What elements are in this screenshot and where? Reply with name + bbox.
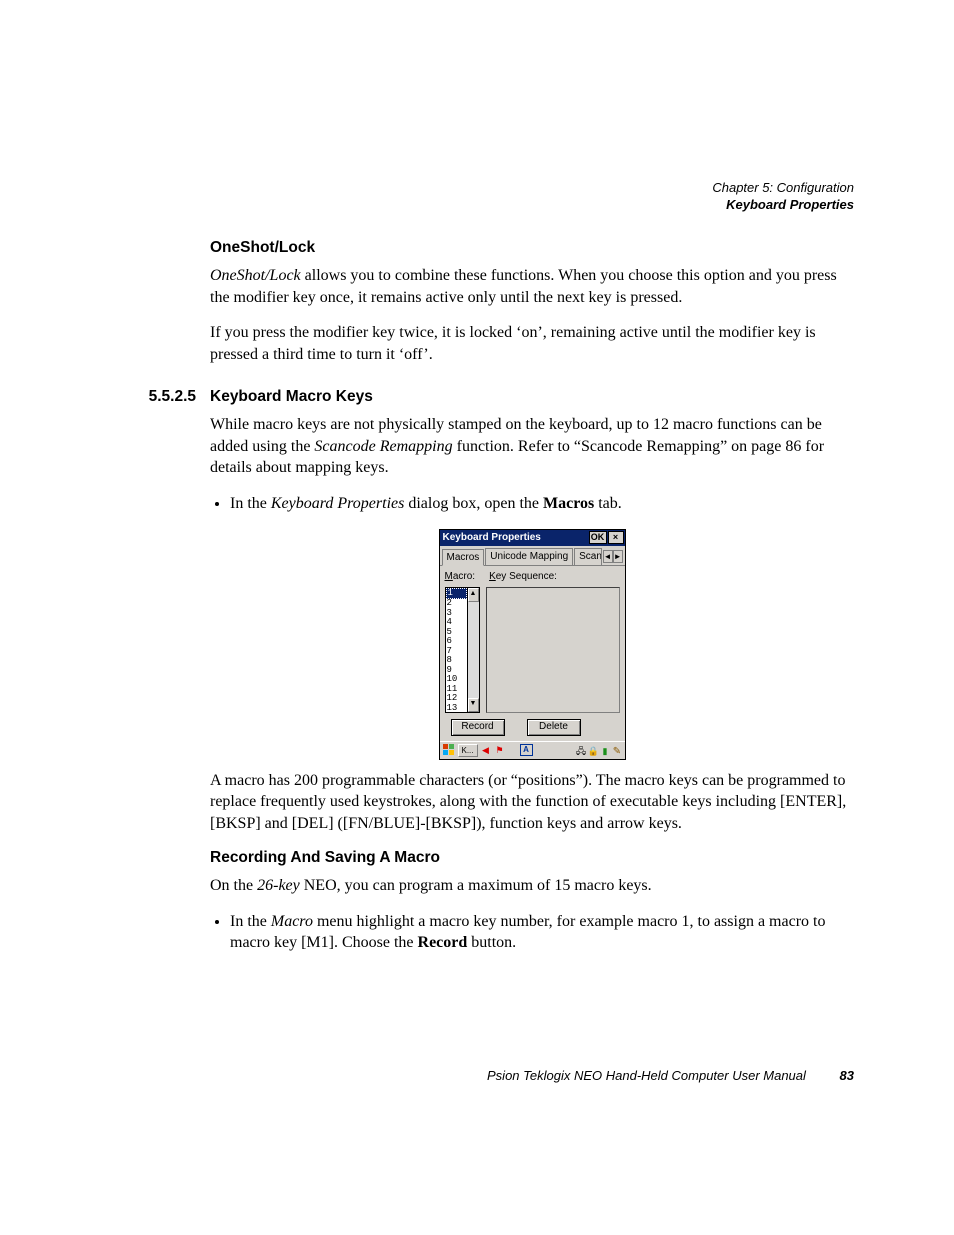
paragraph: A macro has 200 programmable characters … <box>210 770 854 835</box>
windows-logo-icon <box>443 744 455 756</box>
scroll-down-icon[interactable]: ▼ <box>468 698 479 712</box>
section-label: Keyboard Properties <box>712 197 854 214</box>
list-item: In the Keyboard Properties dialog box, o… <box>230 493 854 515</box>
dialog-tabs: Macros Unicode Mapping Scanco ◄ ► <box>440 546 625 567</box>
tab-scancode[interactable]: Scanco <box>574 548 602 565</box>
ok-button[interactable]: OK <box>589 531 607 544</box>
network-icon[interactable]: 🖧 <box>576 745 587 756</box>
macro-listbox[interactable]: 1 2 3 4 5 6 7 8 9 10 11 <box>445 587 467 713</box>
tab-macros[interactable]: Macros <box>442 549 485 567</box>
bullet-list: In the Macro menu highlight a macro key … <box>210 911 854 954</box>
input-indicator[interactable]: A <box>520 744 533 756</box>
record-button[interactable]: Record <box>451 719 505 736</box>
scroll-up-icon[interactable]: ▲ <box>468 588 479 602</box>
paragraph: If you press the modifier key twice, it … <box>210 322 854 365</box>
heading-oneshot: OneShot/Lock <box>210 238 854 259</box>
term-oneshot: OneShot/Lock <box>210 267 301 284</box>
label-macro: Macro: <box>445 570 476 584</box>
tab-scroll-right[interactable]: ► <box>613 550 623 563</box>
heading-macro-keys: 5.5.2.5 Keyboard Macro Keys <box>100 387 854 408</box>
running-header: Chapter 5: Configuration Keyboard Proper… <box>712 180 854 214</box>
heading-title: Keyboard Macro Keys <box>210 387 373 408</box>
system-tray: 🖧 🔒 ▮ ✎ <box>576 745 623 756</box>
chapter-label: Chapter 5: Configuration <box>712 180 854 197</box>
indicator-icon: ⚑ <box>494 744 506 756</box>
bullet-list: In the Keyboard Properties dialog box, o… <box>210 493 854 515</box>
key-sequence-area[interactable] <box>486 587 620 713</box>
paragraph: OneShot/Lock allows you to combine these… <box>210 265 854 308</box>
pen-icon[interactable]: ✎ <box>612 745 623 756</box>
paragraph: While macro keys are not physically stam… <box>210 414 854 479</box>
arrow-left-icon: ◀ <box>480 744 492 756</box>
battery-icon[interactable]: ▮ <box>600 745 611 756</box>
footer-text: Psion Teklogix NEO Hand-Held Computer Us… <box>487 1068 806 1083</box>
list-item: In the Macro menu highlight a macro key … <box>230 911 854 954</box>
taskbar-task[interactable]: K... <box>458 744 478 757</box>
heading-recording: Recording And Saving A Macro <box>210 848 854 869</box>
dialog-title-text: Keyboard Properties <box>443 531 541 545</box>
figure-dialog: Keyboard Properties OK × Macros Unicode … <box>210 529 854 760</box>
tab-unicode-mapping[interactable]: Unicode Mapping <box>485 548 573 565</box>
taskbar: K... ◀ ⚑ A 🖧 🔒 ▮ ✎ <box>440 741 625 759</box>
scrollbar[interactable]: ▲ ▼ <box>467 587 480 713</box>
paragraph: On the 26-key NEO, you can program a max… <box>210 875 854 897</box>
page-footer: Psion Teklogix NEO Hand-Held Computer Us… <box>100 1067 854 1085</box>
tab-scroll-left[interactable]: ◄ <box>603 550 613 563</box>
start-button[interactable] <box>442 744 456 757</box>
list-item[interactable]: 13 <box>447 704 466 713</box>
close-button[interactable]: × <box>608 531 624 544</box>
dialog-titlebar[interactable]: Keyboard Properties OK × <box>440 530 625 546</box>
page-number: 83 <box>840 1068 854 1083</box>
field-labels: Macro: Key Sequence: <box>445 570 620 584</box>
label-key-sequence: Key Sequence: <box>489 570 557 584</box>
delete-button[interactable]: Delete <box>527 719 581 736</box>
heading-number: 5.5.2.5 <box>100 387 210 408</box>
lock-icon[interactable]: 🔒 <box>588 745 599 756</box>
keyboard-properties-dialog: Keyboard Properties OK × Macros Unicode … <box>439 529 626 760</box>
